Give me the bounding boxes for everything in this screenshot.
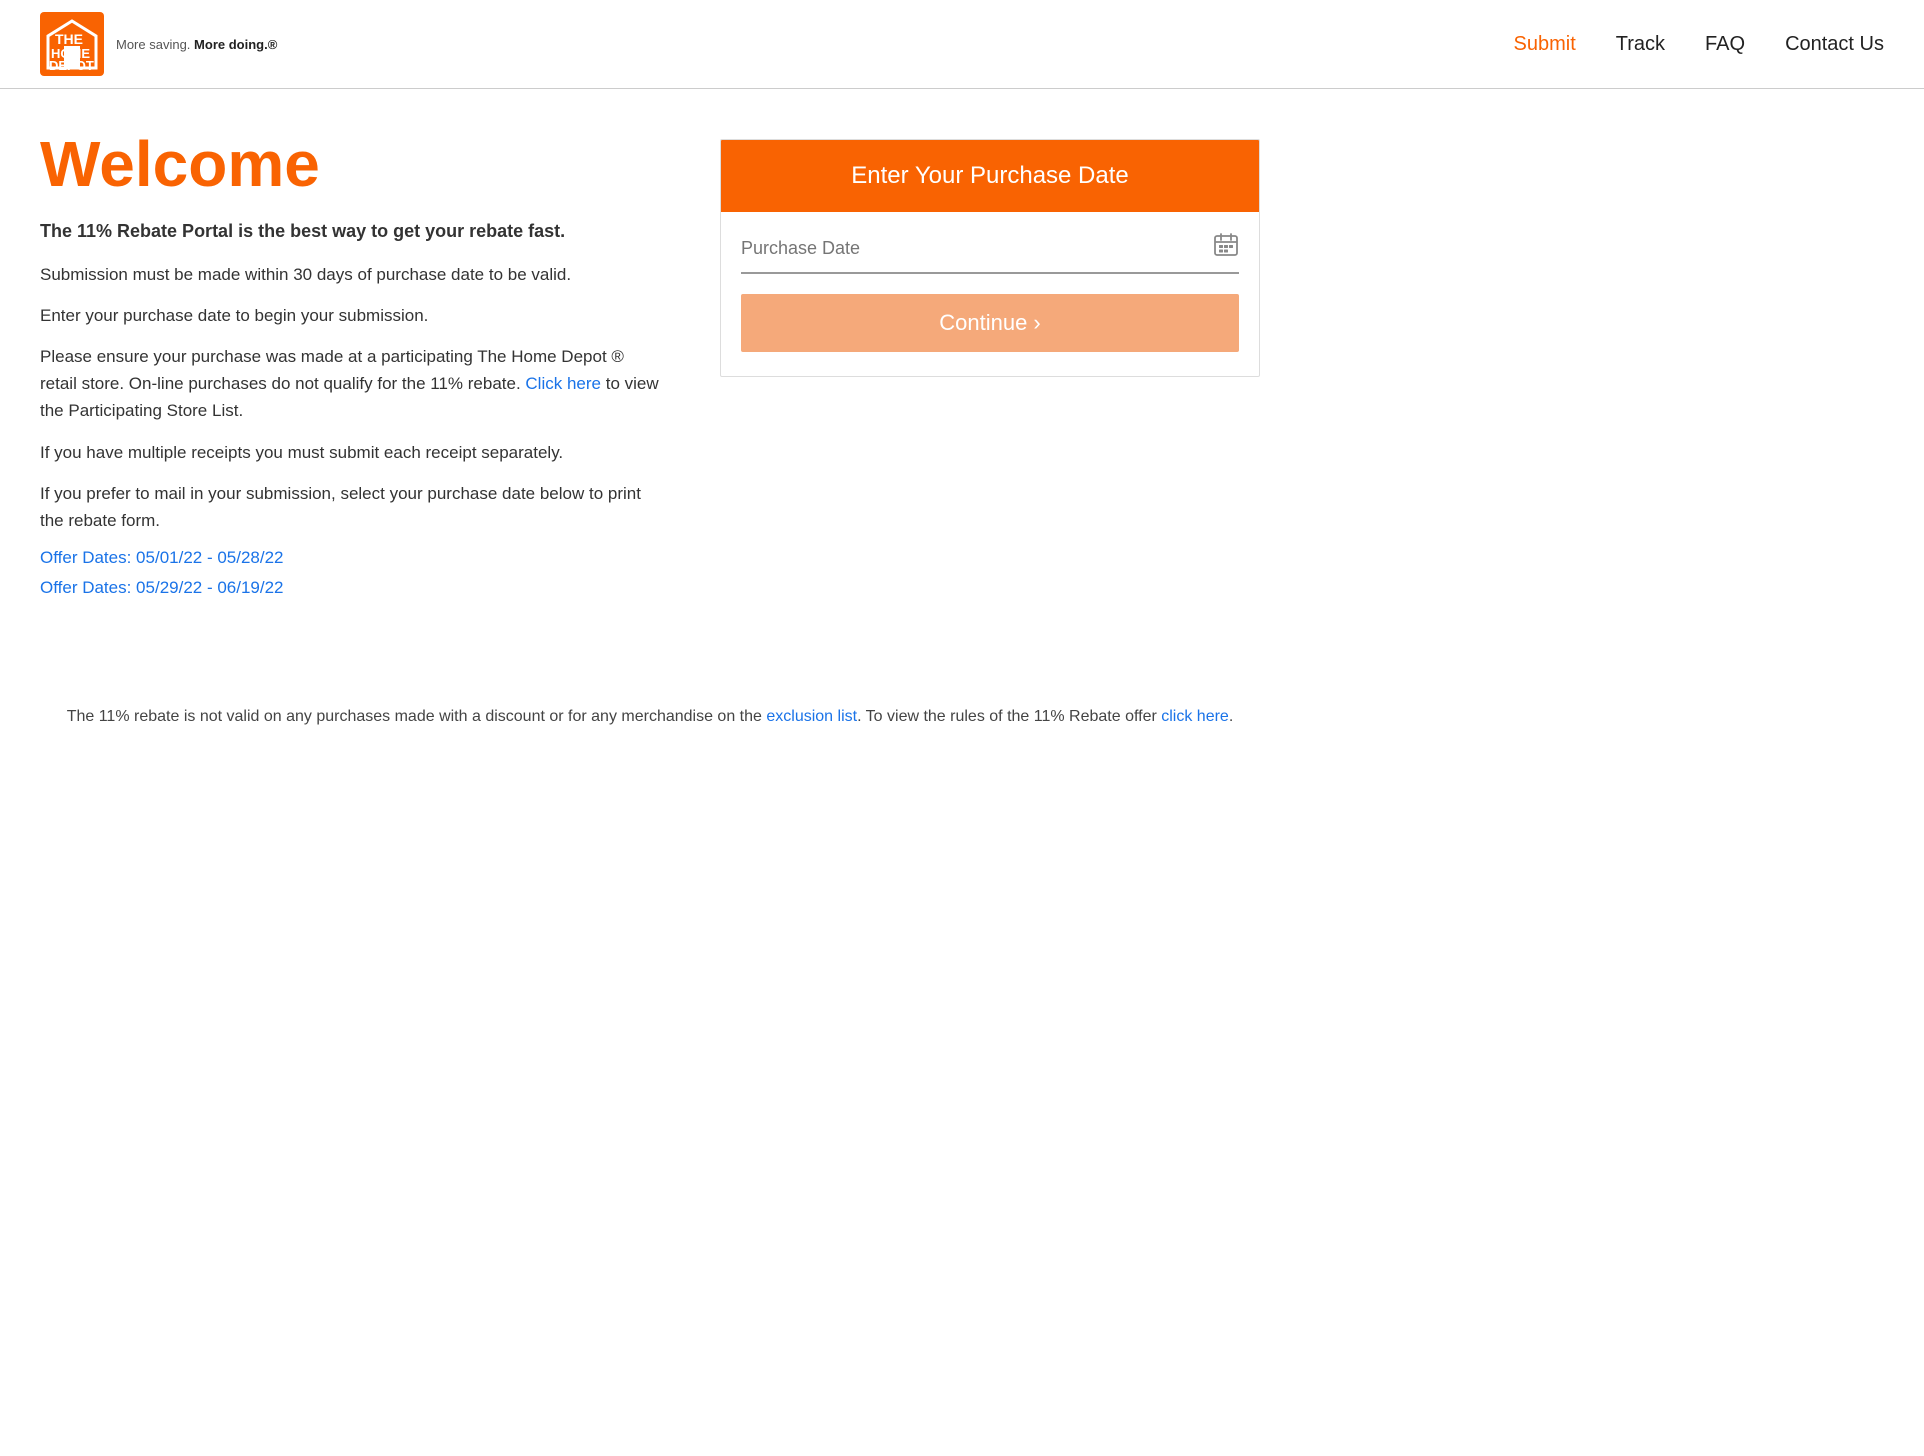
paragraph-3: Please ensure your purchase was made at … xyxy=(40,343,660,425)
exclusion-list-link[interactable]: exclusion list xyxy=(766,708,857,725)
nav-contact[interactable]: Contact Us xyxy=(1785,33,1884,56)
nav-submit[interactable]: Submit xyxy=(1514,33,1576,56)
paragraph-5: If you prefer to mail in your submission… xyxy=(40,480,660,534)
offer-dates-1[interactable]: Offer Dates: 05/01/22 - 05/28/22 xyxy=(40,548,660,568)
offer-dates-2[interactable]: Offer Dates: 05/29/22 - 06/19/22 xyxy=(40,578,660,598)
bottom-note: The 11% rebate is not valid on any purch… xyxy=(0,708,1300,766)
paragraph-1: Submission must be made within 30 days o… xyxy=(40,261,660,288)
svg-text:DEPOT: DEPOT xyxy=(49,58,94,72)
nav-track[interactable]: Track xyxy=(1616,33,1665,56)
welcome-title: Welcome xyxy=(40,129,660,199)
nav-faq[interactable]: FAQ xyxy=(1705,33,1745,56)
calendar-icon[interactable] xyxy=(1213,232,1239,264)
svg-text:THE: THE xyxy=(55,31,83,47)
purchase-date-panel: Enter Your Purchase Date xyxy=(720,139,1260,377)
date-input-wrapper xyxy=(741,232,1239,274)
main-content: Welcome The 11% Rebate Portal is the bes… xyxy=(0,89,1300,648)
intro-bold-text: The 11% Rebate Portal is the best way to… xyxy=(40,219,660,244)
purchase-date-input[interactable] xyxy=(741,238,1213,259)
click-here-rules-link[interactable]: click here xyxy=(1161,708,1229,725)
right-column: Enter Your Purchase Date xyxy=(720,129,1260,608)
panel-header: Enter Your Purchase Date xyxy=(721,140,1259,212)
main-nav: Submit Track FAQ Contact Us xyxy=(1514,33,1884,56)
paragraph-4: If you have multiple receipts you must s… xyxy=(40,439,660,466)
paragraph-2: Enter your purchase date to begin your s… xyxy=(40,302,660,329)
logo-area: THE HOME DEPOT More saving. More doing.® xyxy=(40,12,277,76)
panel-body: Continue › xyxy=(721,212,1259,376)
click-here-link[interactable]: Click here xyxy=(525,374,601,393)
home-depot-logo: THE HOME DEPOT xyxy=(40,12,104,76)
site-header: THE HOME DEPOT More saving. More doing.®… xyxy=(0,0,1924,89)
left-column: Welcome The 11% Rebate Portal is the bes… xyxy=(40,129,660,608)
tagline: More saving. More doing.® xyxy=(116,37,277,52)
continue-button[interactable]: Continue › xyxy=(741,294,1239,352)
